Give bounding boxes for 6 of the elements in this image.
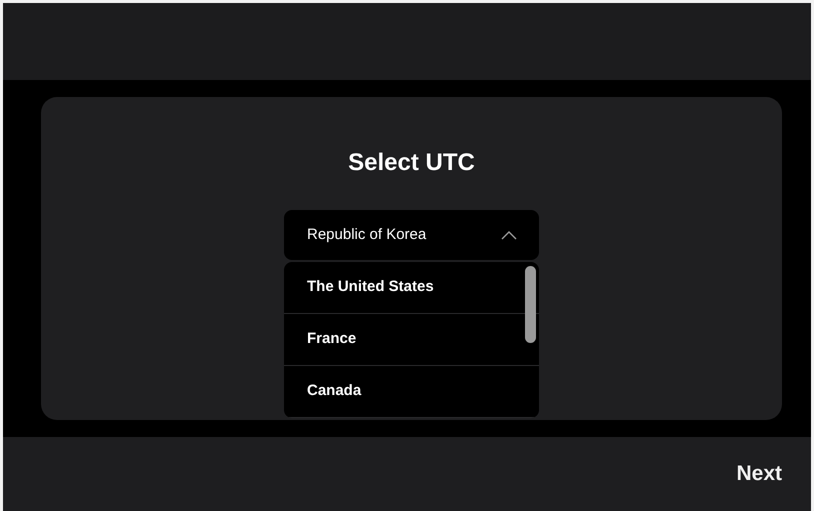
scrollbar-thumb[interactable] bbox=[525, 266, 536, 343]
chevron-up-icon bbox=[501, 230, 517, 240]
dropdown-option[interactable]: Canada bbox=[284, 366, 539, 418]
dropdown-field[interactable]: Republic of Korea bbox=[284, 210, 539, 260]
next-button[interactable]: Next bbox=[736, 458, 782, 490]
dialog-title: Select UTC bbox=[348, 149, 475, 177]
